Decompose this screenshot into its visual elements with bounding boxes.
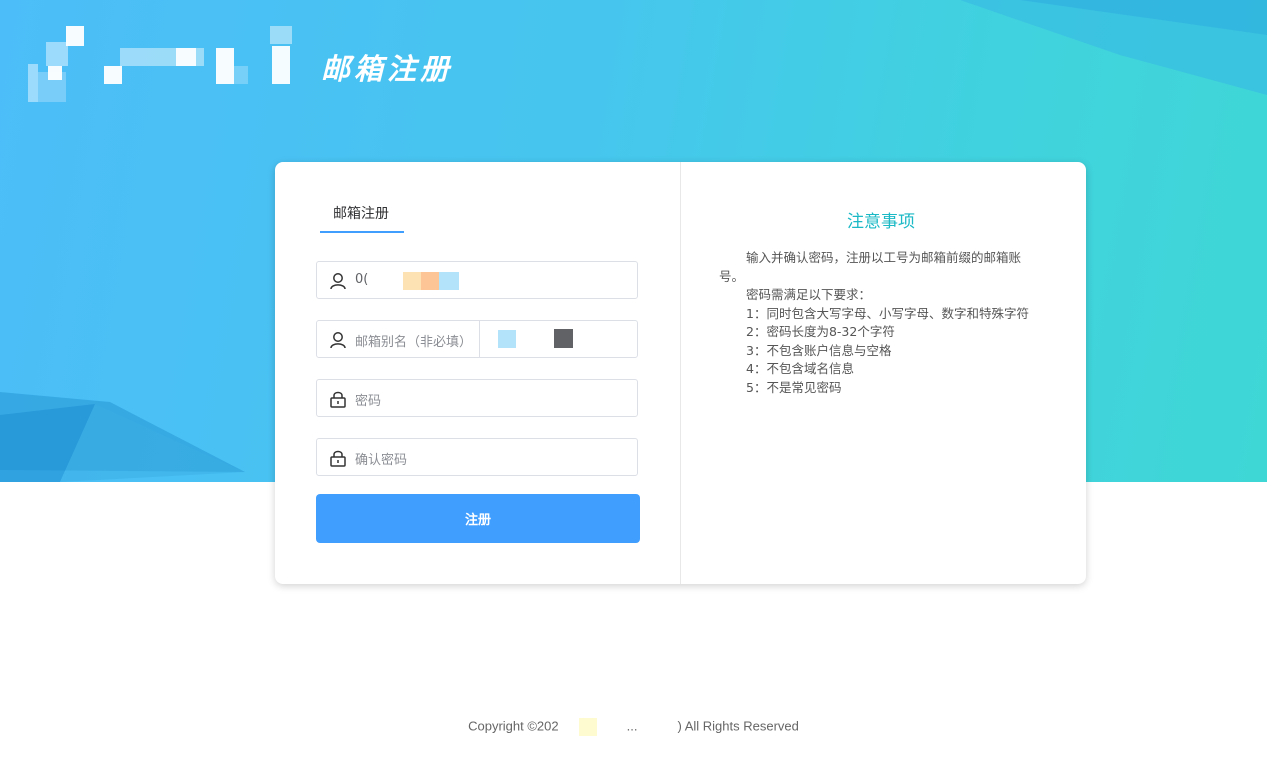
register-button[interactable]: 注册	[316, 494, 640, 543]
copyright-prefix: Copyright ©202	[468, 718, 559, 734]
copyright-suffix: ) All Rights Reserved	[677, 718, 799, 734]
notes-item: 2：密码长度为8-32个字符	[746, 324, 895, 339]
tab-active-indicator	[320, 231, 404, 233]
notes-item: 4：不包含域名信息	[746, 361, 854, 376]
password-field[interactable]: 密码	[316, 379, 638, 417]
notes-item: 3：不包含账户信息与空格	[746, 342, 892, 358]
user-icon	[330, 273, 346, 290]
alias-suffix-divider	[479, 321, 480, 357]
username-value: 0(	[355, 272, 369, 287]
redaction-block	[498, 330, 516, 348]
notes-title: 注意事项	[847, 212, 915, 232]
copyright-ellipsis: ...	[626, 718, 638, 734]
footer: Copyright ©202... ) All Rights Reserved	[0, 718, 1267, 736]
card-divider	[680, 162, 681, 584]
redaction-block	[578, 718, 597, 736]
username-field[interactable]: 0(	[316, 261, 638, 299]
lock-icon	[330, 391, 346, 408]
redaction-block	[403, 272, 421, 290]
redaction-block	[439, 272, 459, 290]
notes-item: 5：不是常见密码	[746, 379, 842, 395]
alias-placeholder: 邮箱别名（非必填）	[355, 335, 473, 350]
lock-icon	[330, 450, 346, 467]
notes-intro: 输入并确认密码，注册以工号为邮箱前缀的邮箱账号。	[719, 250, 1022, 284]
notes-requirements-title: 密码需满足以下要求：	[746, 287, 872, 302]
company-logo	[28, 26, 298, 102]
password-placeholder: 密码	[355, 394, 382, 409]
notes-body: 输入并确认密码，注册以工号为邮箱前缀的邮箱账号。 密码需满足以下要求： 1：同时…	[719, 249, 1045, 397]
redaction-block	[421, 272, 439, 290]
confirm-password-placeholder: 确认密码	[355, 453, 408, 468]
notes-item: 1：同时包含大写字母、小写字母、数字和特殊字符	[746, 305, 1029, 321]
user-icon	[330, 332, 346, 349]
page-title: 邮箱注册	[321, 52, 454, 86]
tab-email-register[interactable]: 邮箱注册	[333, 203, 389, 223]
redaction-block	[554, 329, 573, 348]
confirm-password-field[interactable]: 确认密码	[316, 438, 638, 476]
registration-card: 邮箱注册 0( 邮箱别名（非必填） 密码 确认密码 注册 注意事项 输入并确认密…	[275, 162, 1086, 584]
alias-field[interactable]: 邮箱别名（非必填）	[316, 320, 638, 358]
